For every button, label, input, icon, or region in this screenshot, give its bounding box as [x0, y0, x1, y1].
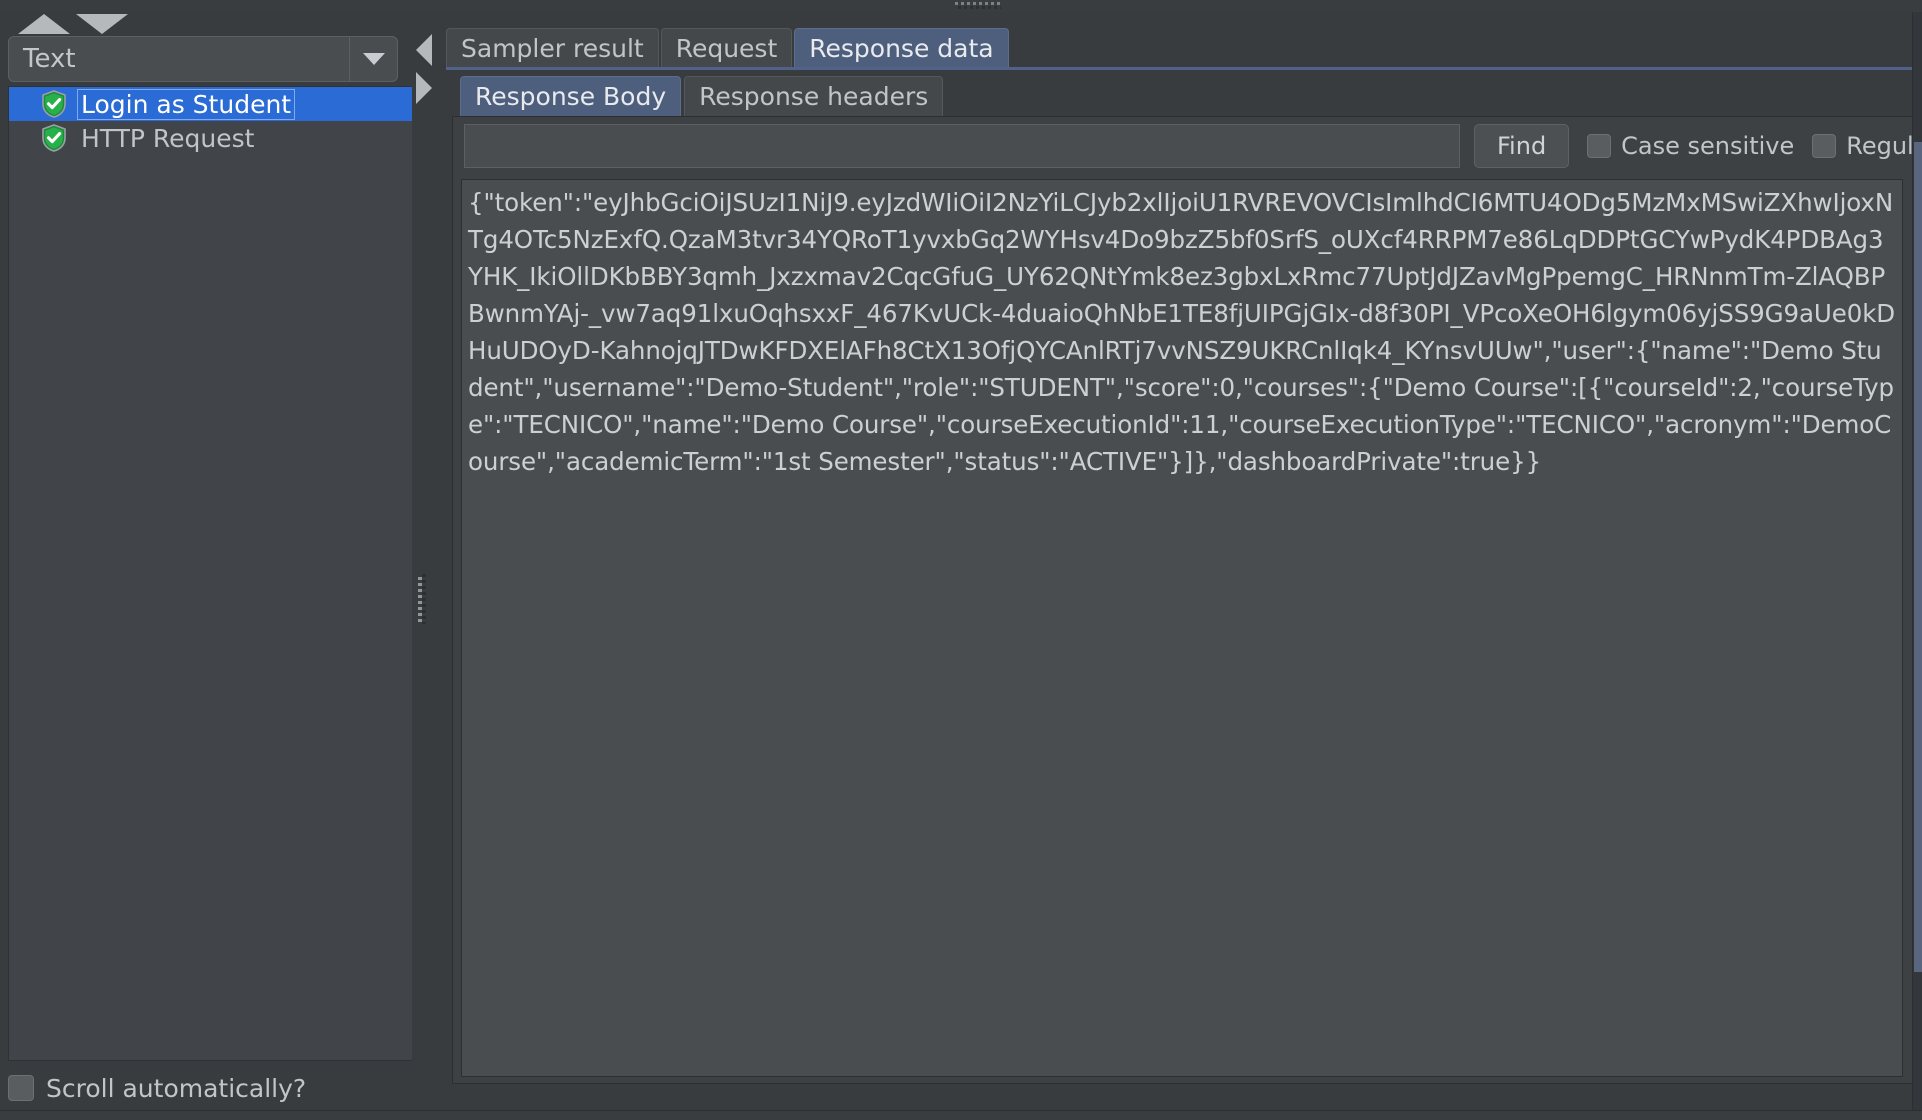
- tab-sampler-result[interactable]: Sampler result: [446, 28, 659, 68]
- triangle-up-icon[interactable]: [18, 14, 70, 34]
- regular-exp-option[interactable]: Regular exp.: [1812, 132, 1922, 160]
- combobox-arrow-button[interactable]: [349, 37, 397, 81]
- tabs-underline: [446, 67, 1914, 70]
- scroll-automatically-checkbox[interactable]: [8, 1075, 34, 1101]
- tab-label: Request: [675, 34, 778, 63]
- tab-label: Response data: [809, 34, 994, 63]
- tab-request[interactable]: Request: [660, 28, 793, 68]
- find-button[interactable]: Find: [1474, 124, 1570, 168]
- triangle-down-icon[interactable]: [76, 14, 128, 34]
- green-shield-check-icon: [42, 90, 66, 118]
- scroll-automatically-row[interactable]: Scroll automatically?: [8, 1068, 306, 1108]
- triangle-left-icon[interactable]: [416, 34, 432, 66]
- green-shield-check-icon: [42, 124, 66, 152]
- response-subtabs: Response Body Response headers: [460, 74, 946, 116]
- tree-item-login-as-student[interactable]: Login as Student: [9, 87, 414, 121]
- vertical-splitter[interactable]: [412, 12, 436, 1110]
- subtab-label: Response Body: [475, 82, 667, 111]
- regular-exp-label: Regular exp.: [1846, 132, 1922, 160]
- scroll-automatically-label: Scroll automatically?: [46, 1073, 307, 1103]
- render-format-combobox[interactable]: Text: [8, 36, 398, 82]
- response-body-text: {"token":"eyJhbGciOiJSUzI1NiJ9.eyJzdWIiO…: [468, 188, 1896, 476]
- sort-arrows-group: [8, 12, 128, 34]
- results-tree[interactable]: Login as Student HTTP Request: [8, 86, 414, 1061]
- bottom-status-bar: [0, 1110, 1922, 1120]
- response-content-panel: Find Case sensitive Regular exp. {"token…: [452, 116, 1922, 1084]
- response-body-textarea[interactable]: {"token":"eyJhbGciOiJSUzI1NiJ9.eyJzdWIiO…: [461, 179, 1903, 1077]
- search-input[interactable]: [464, 124, 1460, 168]
- tree-item-http-request[interactable]: HTTP Request: [9, 121, 414, 155]
- tree-item-label: Login as Student: [77, 88, 296, 120]
- render-format-value: Text: [23, 44, 76, 74]
- result-tabs: Sampler result Request Response data: [446, 26, 1011, 68]
- subtab-label: Response headers: [699, 82, 929, 111]
- tree-item-label: HTTP Request: [81, 123, 255, 153]
- left-panel: Text Login as Student HTTP Request Scrol…: [0, 12, 414, 1110]
- find-bar: Find Case sensitive Regular exp.: [454, 118, 1922, 174]
- subtab-response-body[interactable]: Response Body: [460, 76, 682, 116]
- subtab-response-headers[interactable]: Response headers: [684, 76, 944, 116]
- jmeter-view-results-tree-window: Text Login as Student HTTP Request Scrol…: [0, 0, 1922, 1120]
- scrollbar-thumb[interactable]: [1914, 142, 1922, 972]
- case-sensitive-label: Case sensitive: [1621, 132, 1795, 160]
- case-sensitive-option[interactable]: Case sensitive: [1587, 132, 1794, 160]
- case-sensitive-checkbox[interactable]: [1587, 134, 1612, 158]
- tab-label: Sampler result: [461, 34, 644, 63]
- horizontal-splitter[interactable]: [0, 0, 1922, 12]
- chevron-down-icon: [362, 53, 385, 65]
- triangle-right-icon[interactable]: [416, 72, 432, 104]
- find-button-label: Find: [1497, 132, 1547, 160]
- tab-response-data[interactable]: Response data: [794, 28, 1009, 68]
- window-scrollbar[interactable]: [1912, 12, 1922, 1110]
- splitter-grip-icon[interactable]: [418, 574, 426, 624]
- splitter-grip-icon[interactable]: [955, 2, 1001, 9]
- regular-exp-checkbox[interactable]: [1812, 134, 1837, 158]
- right-panel: Sampler result Request Response data Res…: [436, 12, 1922, 1110]
